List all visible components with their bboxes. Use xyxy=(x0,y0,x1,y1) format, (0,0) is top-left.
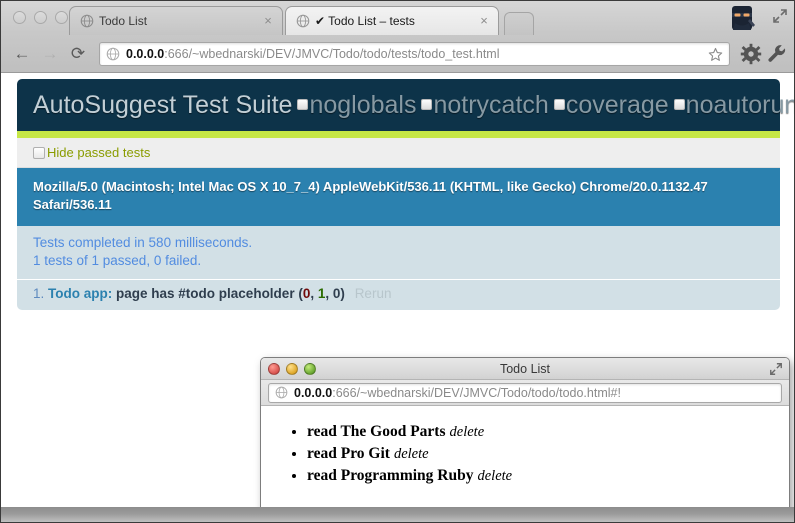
tests-summary-line: 1 tests of 1 passed, 0 failed. xyxy=(33,253,202,268)
delete-link[interactable]: delete xyxy=(394,446,429,462)
test-module-name: Todo app: xyxy=(48,286,113,301)
qunit-user-agent: Mozilla/5.0 (Macintosh; Intel Mac OS X 1… xyxy=(17,168,780,226)
fullscreen-icon[interactable] xyxy=(769,362,783,376)
test-number: 1. xyxy=(33,286,45,301)
browser-chrome: Todo List × ✔ Todo List – tests × ← → ⟳ … xyxy=(1,1,794,73)
test-failed-count: 0 xyxy=(302,286,311,301)
checkbox-hide-passed-tests[interactable] xyxy=(33,147,45,159)
urlconfig-label: noglobals xyxy=(309,91,417,119)
globe-icon xyxy=(80,14,94,28)
reload-button[interactable]: ⟳ xyxy=(65,41,91,67)
urlconfig-label: noautorun xyxy=(685,91,795,119)
todo-text: read The Good Parts xyxy=(307,423,446,440)
tab-todo-list[interactable]: Todo List × xyxy=(69,6,283,35)
globe-icon xyxy=(106,47,120,61)
new-tab-button[interactable] xyxy=(504,12,534,35)
fullscreen-icon[interactable] xyxy=(772,8,788,24)
urlconfig-label: coverage xyxy=(565,91,669,119)
todo-window-url: 0.0.0.0:666/~wbednarski/DEV/JMVC/Todo/to… xyxy=(294,386,621,400)
checkbox-noautorun[interactable] xyxy=(673,99,685,110)
qunit-header: AutoSuggest Test Suite noglobals notrycatc… xyxy=(17,79,794,131)
delete-link[interactable]: delete xyxy=(477,468,512,484)
test-total-count: 0 xyxy=(332,286,341,301)
forward-button[interactable]: → xyxy=(37,41,63,67)
todo-window-address-bar[interactable]: 0.0.0.0:666/~wbednarski/DEV/JMVC/Todo/to… xyxy=(268,382,782,403)
address-bar[interactable]: 0.0.0.0:666/~wbednarski/DEV/JMVC/Todo/to… xyxy=(99,42,730,66)
tab-title: Todo List xyxy=(99,14,148,28)
urlconfig-noglobals[interactable]: noglobals xyxy=(292,91,416,119)
rerun-link[interactable]: Rerun xyxy=(349,286,392,301)
tab-title: ✔ Todo List – tests xyxy=(315,14,415,28)
todo-list-window[interactable]: Todo List 0.0.0.0:666/~wbednarski/DEV/JM… xyxy=(260,357,790,522)
tab-strip: Todo List × ✔ Todo List – tests × xyxy=(1,1,794,35)
todo-window-zoom-button[interactable] xyxy=(304,363,316,375)
url-host: 0.0.0.0 xyxy=(126,47,165,61)
tab-todo-list-tests[interactable]: ✔ Todo List – tests × xyxy=(285,6,499,35)
urlconfig-coverage[interactable]: coverage xyxy=(549,91,669,119)
qunit-container: AutoSuggest Test Suite noglobals notrycatc… xyxy=(17,79,794,310)
test-passed-count: 1 xyxy=(317,286,326,301)
todo-window-titlebar[interactable]: Todo List xyxy=(261,358,789,380)
qunit-toolbar: Hide passed tests xyxy=(17,138,780,168)
url-path: :666/~wbednarski/DEV/JMVC/Todo/todo/test… xyxy=(164,47,500,61)
wrench-icon[interactable] xyxy=(766,43,788,65)
checkbox-coverage[interactable] xyxy=(553,99,565,110)
url-host: 0.0.0.0 xyxy=(294,385,333,400)
globe-icon xyxy=(296,14,310,28)
todo-window-traffic-lights[interactable] xyxy=(268,363,316,375)
todo-text: read Programming Ruby xyxy=(307,467,474,484)
bottom-shadow-band xyxy=(1,507,794,522)
window-close-button[interactable] xyxy=(13,11,26,24)
tab-close-icon[interactable]: × xyxy=(262,14,274,27)
checkbox-noglobals[interactable] xyxy=(297,99,309,110)
table-row[interactable]: 1. Todo app: page has #todo placeholder … xyxy=(17,280,780,310)
page-content: AutoSuggest Test Suite noglobals notrycatc… xyxy=(1,73,794,522)
todo-window-content: read The Good Partsdelete read Pro Gitde… xyxy=(261,406,789,522)
checkbox-notrycatch[interactable] xyxy=(421,99,433,110)
hide-passed-tests-label: Hide passed tests xyxy=(47,145,151,160)
window-minimize-button[interactable] xyxy=(34,11,47,24)
urlconfig-noautorun[interactable]: noautorun xyxy=(669,91,795,119)
gear-icon[interactable] xyxy=(740,43,762,65)
test-counts: (0, 1, 0) xyxy=(298,286,345,301)
qunit-banner-pass xyxy=(17,131,780,138)
tests-completed-line: Tests completed in 580 milliseconds. xyxy=(33,235,253,250)
todo-text: read Pro Git xyxy=(307,445,390,462)
screen: Todo List × ✔ Todo List – tests × ← → ⟳ … xyxy=(0,0,795,523)
todo-window-minimize-button[interactable] xyxy=(286,363,298,375)
qunit-test-result: Tests completed in 580 milliseconds. 1 t… xyxy=(17,226,780,280)
todo-window-urlbar: 0.0.0.0:666/~wbednarski/DEV/JMVC/Todo/to… xyxy=(261,380,789,406)
qunit-tests-list: 1. Todo app: page has #todo placeholder … xyxy=(17,280,780,310)
globe-icon xyxy=(275,386,288,399)
address-bar-url: 0.0.0.0:666/~wbednarski/DEV/JMVC/Todo/to… xyxy=(126,47,708,61)
page-title: AutoSuggest Test Suite xyxy=(33,91,293,119)
delete-link[interactable]: delete xyxy=(450,424,485,440)
star-icon[interactable] xyxy=(708,47,723,62)
back-button[interactable]: ← xyxy=(9,41,35,67)
window-traffic-lights[interactable] xyxy=(13,11,68,24)
browser-toolbar: ← → ⟳ 0.0.0.0:666/~wbednarski/DEV/JMVC/T… xyxy=(1,35,794,73)
todo-window-close-button[interactable] xyxy=(268,363,280,375)
test-name: page has #todo placeholder xyxy=(116,286,295,301)
list-item[interactable]: read Programming Rubydelete xyxy=(307,466,789,486)
url-path: :666/~wbednarski/DEV/JMVC/Todo/todo/todo… xyxy=(332,385,621,400)
urlconfig-label: notrycatch xyxy=(433,91,549,119)
todo-window-title: Todo List xyxy=(499,361,551,376)
tab-close-icon[interactable]: × xyxy=(478,14,490,27)
ninja-avatar-icon[interactable] xyxy=(726,3,758,33)
list-item[interactable]: read Pro Gitdelete xyxy=(307,444,789,464)
list-item[interactable]: read The Good Partsdelete xyxy=(307,422,789,442)
todo-items-list: read The Good Partsdelete read Pro Gitde… xyxy=(261,422,789,486)
window-zoom-button[interactable] xyxy=(55,11,68,24)
urlconfig-notrycatch[interactable]: notrycatch xyxy=(416,91,549,119)
